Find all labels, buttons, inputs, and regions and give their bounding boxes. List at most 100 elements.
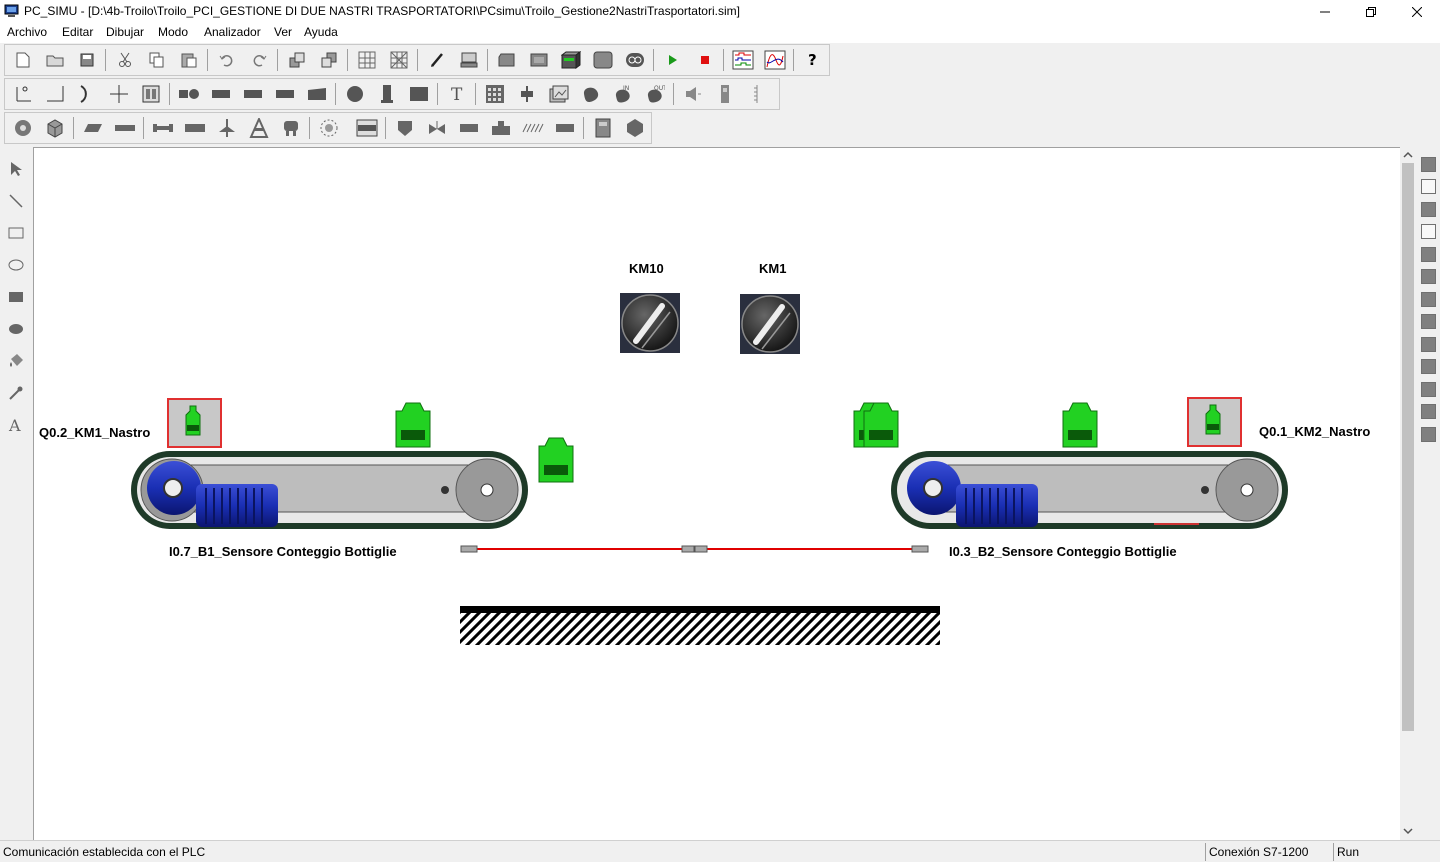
graph-button[interactable]: [763, 48, 787, 72]
undo-button[interactable]: [215, 48, 239, 72]
ellipse-tool[interactable]: [4, 253, 28, 277]
text-button[interactable]: T: [445, 82, 469, 106]
open-file-button[interactable]: [43, 48, 67, 72]
analyzer-button[interactable]: [731, 48, 755, 72]
image-button[interactable]: [547, 82, 571, 106]
obj-crane-button[interactable]: [215, 116, 239, 140]
obj-axle-button[interactable]: [183, 116, 207, 140]
counter-button[interactable]: [713, 82, 737, 106]
belt-button[interactable]: [241, 82, 265, 106]
vertical-scrollbar[interactable]: [1400, 147, 1416, 840]
obj-shaft-button[interactable]: [151, 116, 175, 140]
simulation-canvas[interactable]: KM10 KM1 Q0.2_KM1_Nastro Q0.1_KM2_Nastro…: [33, 147, 1400, 840]
io-button-3[interactable]: [559, 48, 583, 72]
redo-button[interactable]: [247, 48, 271, 72]
copy-button[interactable]: [145, 48, 169, 72]
obj-pump-button[interactable]: [489, 116, 513, 140]
scroll-up-icon[interactable]: [1403, 151, 1413, 159]
plc-button[interactable]: [457, 48, 481, 72]
conveyor-button[interactable]: [209, 82, 233, 106]
obj-box-button[interactable]: [43, 116, 67, 140]
menu-archivo[interactable]: Archivo: [7, 25, 47, 39]
grid-button[interactable]: [355, 48, 379, 72]
obj-ramp-button[interactable]: [521, 116, 545, 140]
door-button[interactable]: [305, 82, 329, 106]
restore-button[interactable]: [1348, 0, 1394, 23]
palette-swatch[interactable]: [1421, 382, 1436, 397]
palette-swatch[interactable]: [1421, 202, 1436, 217]
snap-grid-button[interactable]: [387, 48, 411, 72]
palette-swatch[interactable]: [1421, 269, 1436, 284]
help-button[interactable]: ?: [801, 48, 825, 72]
obj-hopper-button[interactable]: [393, 116, 417, 140]
wire-button[interactable]: [43, 82, 67, 106]
display-button[interactable]: [407, 82, 431, 106]
close-button[interactable]: [1394, 0, 1440, 23]
palette-swatch[interactable]: [1421, 427, 1436, 442]
line-tool[interactable]: [4, 189, 28, 213]
slider-button[interactable]: [515, 82, 539, 106]
new-file-button[interactable]: [11, 48, 35, 72]
palette-swatch[interactable]: [1421, 337, 1436, 352]
arc-button[interactable]: [75, 82, 99, 106]
obj-valve-button[interactable]: [425, 116, 449, 140]
palette-swatch[interactable]: [1421, 179, 1436, 194]
speaker-button[interactable]: [681, 82, 705, 106]
timer-button[interactable]: [745, 82, 769, 106]
send-back-button[interactable]: [317, 48, 341, 72]
menu-editar[interactable]: Editar: [62, 25, 93, 39]
select-tool[interactable]: [4, 157, 28, 181]
palette-swatch[interactable]: [1421, 247, 1436, 262]
contact-button[interactable]: [11, 82, 35, 106]
palette-swatch[interactable]: [1421, 359, 1436, 374]
bring-front-button[interactable]: [285, 48, 309, 72]
obj-panel-button[interactable]: [591, 116, 615, 140]
obj-gear-button[interactable]: [11, 116, 35, 140]
obj-robot-button[interactable]: [279, 116, 303, 140]
selector-switch-km1[interactable]: [740, 294, 800, 354]
filled-ellipse-tool[interactable]: [4, 317, 28, 341]
sound-button[interactable]: [579, 82, 603, 106]
obj-bar-button[interactable]: [553, 116, 577, 140]
run-button[interactable]: [661, 48, 685, 72]
obj-tank-button[interactable]: [355, 116, 379, 140]
io-button-1[interactable]: [495, 48, 519, 72]
menu-ayuda[interactable]: Ayuda: [304, 25, 338, 39]
text-tool[interactable]: A: [4, 413, 28, 437]
menu-ver[interactable]: Ver: [274, 25, 292, 39]
stop-button[interactable]: [693, 48, 717, 72]
eyedropper-tool[interactable]: [4, 381, 28, 405]
save-button[interactable]: [75, 48, 99, 72]
menu-dibujar[interactable]: Dibujar: [106, 25, 144, 39]
cross-button[interactable]: [107, 82, 131, 106]
obj-hexagon-button[interactable]: [623, 116, 647, 140]
palette-swatch[interactable]: [1421, 314, 1436, 329]
obj-belt-button[interactable]: [81, 116, 105, 140]
obj-tower-button[interactable]: [247, 116, 271, 140]
scrollbar-thumb[interactable]: [1402, 163, 1414, 731]
output-button[interactable]: OUT: [643, 82, 667, 106]
menu-analizador[interactable]: Analizador: [204, 25, 261, 39]
selector-switch-km10[interactable]: [620, 293, 680, 353]
keypad-button[interactable]: [483, 82, 507, 106]
column-button[interactable]: [375, 82, 399, 106]
menu-modo[interactable]: Modo: [158, 25, 188, 39]
obj-mixer-button[interactable]: [317, 116, 341, 140]
palette-swatch[interactable]: [1421, 404, 1436, 419]
fill-tool[interactable]: [4, 349, 28, 373]
io-button-2[interactable]: [527, 48, 551, 72]
lamp-button[interactable]: [343, 82, 367, 106]
tank-button[interactable]: [273, 82, 297, 106]
filled-rectangle-tool[interactable]: [4, 285, 28, 309]
input-button[interactable]: IN: [611, 82, 635, 106]
palette-swatch[interactable]: [1421, 157, 1436, 172]
paste-button[interactable]: [177, 48, 201, 72]
scroll-down-icon[interactable]: [1403, 827, 1413, 835]
io-button-4[interactable]: [591, 48, 615, 72]
palette-swatch[interactable]: [1421, 224, 1436, 239]
obj-roller-button[interactable]: [113, 116, 137, 140]
obj-pipe-button[interactable]: [457, 116, 481, 140]
io-button-5[interactable]: [623, 48, 647, 72]
piston-button[interactable]: [177, 82, 201, 106]
cut-button[interactable]: [113, 48, 137, 72]
